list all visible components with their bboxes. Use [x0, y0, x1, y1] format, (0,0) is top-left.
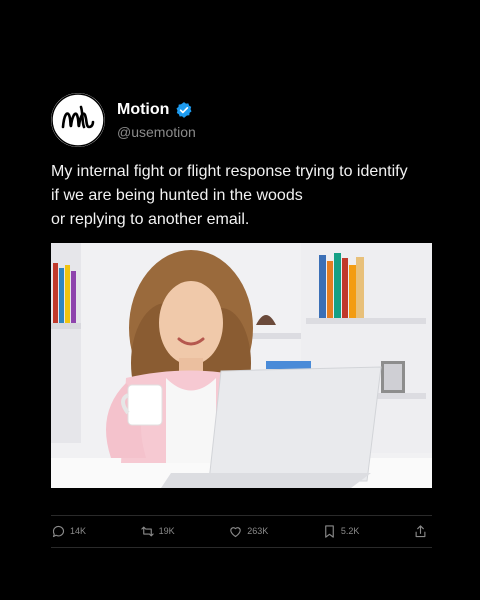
divider [51, 547, 432, 548]
avatar[interactable] [51, 93, 105, 147]
action-bar: 14K 19K 263K 5.2K [51, 516, 432, 546]
tweet-text-line: or replying to another email. [51, 211, 250, 228]
reply-count: 14K [70, 526, 87, 536]
reply-button[interactable]: 14K [51, 524, 86, 539]
like-count: 263K [247, 526, 269, 536]
tweet-image[interactable] [51, 243, 432, 488]
motion-logo-icon [51, 93, 105, 147]
bookmark-icon [325, 524, 334, 538]
like-button[interactable]: 263K [228, 524, 268, 539]
share-button[interactable] [413, 524, 432, 539]
tweet-text-line: if we are being hunted in the woods [51, 187, 303, 204]
share-icon [415, 524, 426, 537]
tweet-text: My internal fight or flight response try… [51, 160, 431, 232]
display-name[interactable]: Motion [117, 101, 169, 119]
retweet-count: 19K [158, 526, 175, 536]
bookmark-count: 5.2K [340, 526, 360, 536]
verified-badge-icon [175, 101, 193, 119]
retweet-icon [140, 526, 154, 536]
handle[interactable]: @usemotion [117, 124, 196, 140]
bookmark-button[interactable]: 5.2K [322, 524, 360, 539]
heart-icon [230, 526, 241, 537]
photo-illustration [51, 243, 432, 488]
retweet-button[interactable]: 19K [140, 524, 175, 539]
tweet-text-line: My internal fight or flight response try… [51, 163, 408, 180]
tweet-header: Motion @usemotion [51, 93, 196, 147]
reply-icon [52, 525, 65, 537]
